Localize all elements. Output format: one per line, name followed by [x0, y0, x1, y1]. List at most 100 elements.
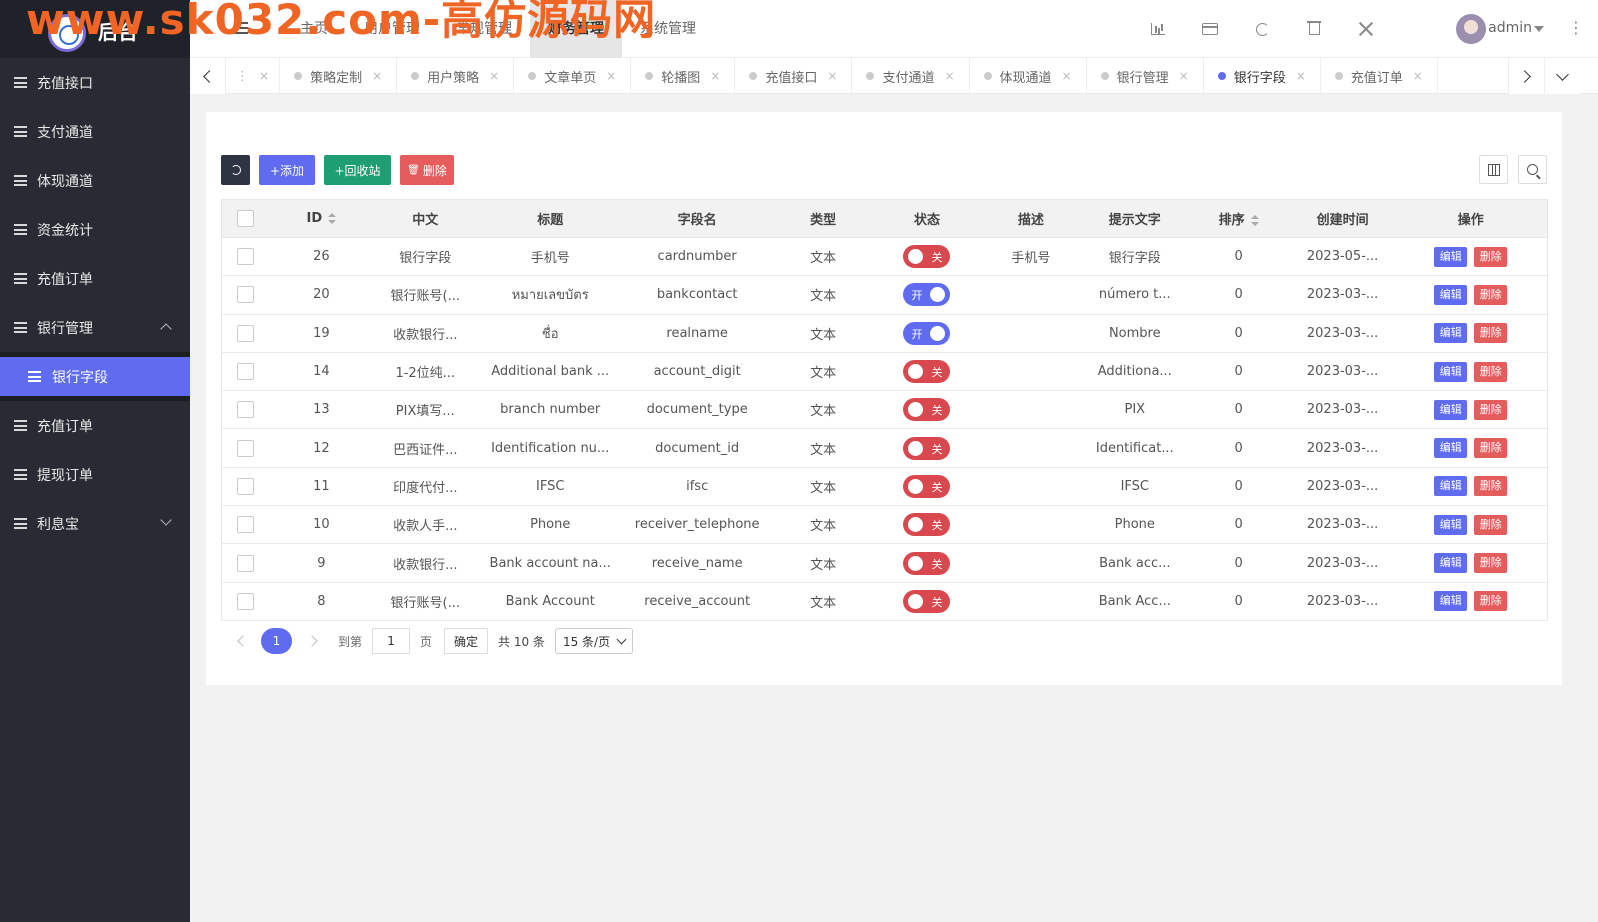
close-icon[interactable]: × — [1179, 69, 1189, 83]
status-toggle[interactable]: 关 — [903, 398, 951, 422]
goto-page-input[interactable]: 1 — [372, 628, 411, 654]
card-icon[interactable] — [1184, 0, 1236, 58]
close-icon[interactable]: × — [372, 69, 382, 83]
sort-icon[interactable] — [328, 213, 337, 224]
tab-partial[interactable]: ⋮ × — [226, 58, 281, 94]
chart-icon[interactable] — [1132, 0, 1184, 58]
add-button[interactable]: +添加 — [259, 155, 315, 185]
status-toggle[interactable]: 开 — [903, 283, 951, 307]
sidebar-item-withdraw-orders[interactable]: 提现订单 — [0, 450, 190, 499]
close-icon[interactable]: × — [1062, 69, 1072, 83]
tab-strategy[interactable]: 策略定制 × — [280, 58, 398, 94]
sidebar-item-withdraw-channel[interactable]: 体现通道 — [0, 156, 190, 205]
search-button[interactable] — [1518, 155, 1547, 184]
sidebar-item-interest[interactable]: 利息宝 — [0, 499, 190, 548]
sidebar-item-recharge-orders[interactable]: 充值订单 — [0, 254, 190, 303]
edit-button[interactable]: 编辑 — [1434, 553, 1468, 574]
status-toggle[interactable]: 关 — [903, 360, 951, 384]
columns-toggle-button[interactable] — [1479, 155, 1508, 184]
sidebar-item-fund-stats[interactable]: 资金统计 — [0, 205, 190, 254]
more-icon[interactable]: ⋮ — [1568, 18, 1584, 37]
close-icon[interactable]: × — [827, 69, 837, 83]
status-toggle[interactable]: 关 — [903, 589, 951, 613]
edit-button[interactable]: 编辑 — [1434, 591, 1468, 612]
tabs-scroll-right[interactable] — [1508, 58, 1544, 94]
caret-down-icon[interactable] — [1534, 26, 1544, 32]
page-current[interactable]: 1 — [261, 628, 292, 654]
sidebar-item-bank-management[interactable]: 银行管理 — [0, 303, 190, 352]
row-checkbox[interactable] — [237, 248, 255, 266]
close-icon[interactable]: × — [710, 69, 720, 83]
edit-button[interactable]: 编辑 — [1434, 399, 1468, 420]
delete-row-button[interactable]: 删除 — [1474, 246, 1508, 267]
edit-button[interactable]: 编辑 — [1434, 514, 1468, 535]
row-checkbox[interactable] — [237, 363, 255, 381]
refresh-button[interactable] — [221, 155, 250, 185]
tab-user-strategy[interactable]: 用户策略 × — [397, 58, 515, 94]
header-sort[interactable]: 排序 — [1186, 199, 1291, 238]
row-checkbox[interactable] — [237, 516, 255, 534]
row-checkbox[interactable] — [237, 401, 255, 419]
close-icon[interactable]: × — [1296, 69, 1306, 83]
row-checkbox[interactable] — [237, 286, 255, 304]
row-checkbox[interactable] — [237, 439, 255, 457]
recycle-bin-button[interactable]: +回收站 — [324, 155, 391, 185]
tabs-scroll-left[interactable] — [190, 58, 226, 94]
tab-carousel[interactable]: 轮播图 × — [631, 58, 736, 94]
tabs-dropdown[interactable] — [1544, 58, 1580, 94]
goto-confirm-button[interactable]: 确定 — [444, 628, 489, 654]
delete-row-button[interactable]: 删除 — [1474, 323, 1508, 344]
sidebar-item-payment-channel[interactable]: 支付通道 — [0, 107, 190, 156]
tab-bank-management[interactable]: 银行管理 × — [1087, 58, 1204, 94]
tab-bank-fields[interactable]: 银行字段 × — [1204, 58, 1321, 94]
user-name[interactable]: admin — [1488, 20, 1532, 36]
sort-icon[interactable] — [1250, 215, 1259, 226]
sidebar-item-recharge-api[interactable]: 充值接口 — [0, 58, 190, 107]
row-checkbox[interactable] — [237, 324, 255, 342]
sidebar-item-recharge-orders-2[interactable]: 充值订单 — [0, 401, 190, 450]
tab-recharge-orders[interactable]: 充值订单 × — [1321, 58, 1438, 94]
edit-button[interactable]: 编辑 — [1434, 246, 1468, 267]
status-toggle[interactable]: 关 — [903, 474, 951, 498]
per-page-select[interactable]: 15 条/页 — [554, 628, 633, 654]
fullscreen-icon[interactable] — [1340, 0, 1392, 58]
delete-row-button[interactable]: 删除 — [1474, 438, 1508, 459]
select-all-checkbox[interactable] — [237, 210, 255, 227]
close-icon[interactable]: × — [606, 69, 616, 83]
trash-icon[interactable] — [1288, 0, 1340, 58]
close-icon[interactable]: × — [1413, 69, 1423, 83]
delete-row-button[interactable]: 删除 — [1474, 284, 1508, 305]
avatar[interactable] — [1456, 14, 1486, 44]
edit-button[interactable]: 编辑 — [1434, 476, 1468, 497]
delete-row-button[interactable]: 删除 — [1474, 514, 1508, 535]
close-icon[interactable]: × — [259, 69, 269, 83]
tab-article-page[interactable]: 文章单页 × — [514, 58, 632, 94]
edit-button[interactable]: 编辑 — [1434, 438, 1468, 459]
edit-button[interactable]: 编辑 — [1434, 361, 1468, 382]
status-toggle[interactable]: 关 — [903, 551, 951, 575]
tab-recharge-api[interactable]: 充值接口 × — [735, 58, 853, 94]
prev-page-icon[interactable] — [237, 635, 249, 647]
close-icon[interactable]: × — [489, 69, 499, 83]
sidebar-item-bank-fields[interactable]: 银行字段 — [0, 357, 190, 396]
delete-row-button[interactable]: 删除 — [1474, 591, 1508, 612]
delete-row-button[interactable]: 删除 — [1474, 361, 1508, 382]
delete-row-button[interactable]: 删除 — [1474, 399, 1508, 420]
next-page-icon[interactable] — [306, 635, 318, 647]
delete-row-button[interactable]: 删除 — [1474, 476, 1508, 497]
status-toggle[interactable]: 开 — [903, 321, 951, 345]
delete-button[interactable]: 🗑 删除 — [400, 155, 454, 185]
tab-payment-channel[interactable]: 支付通道 × — [852, 58, 970, 94]
delete-row-button[interactable]: 删除 — [1474, 553, 1508, 574]
refresh-icon[interactable] — [1236, 0, 1288, 58]
row-checkbox[interactable] — [237, 554, 255, 572]
row-checkbox[interactable] — [237, 477, 255, 495]
close-icon[interactable]: × — [944, 69, 954, 83]
edit-button[interactable]: 编辑 — [1434, 284, 1468, 305]
row-checkbox[interactable] — [237, 592, 255, 610]
status-toggle[interactable]: 关 — [903, 513, 951, 537]
status-toggle[interactable]: 关 — [903, 436, 951, 460]
tab-withdraw-channel[interactable]: 体现通道 × — [970, 58, 1087, 94]
status-toggle[interactable]: 关 — [903, 245, 951, 269]
header-id[interactable]: ID — [269, 199, 374, 238]
